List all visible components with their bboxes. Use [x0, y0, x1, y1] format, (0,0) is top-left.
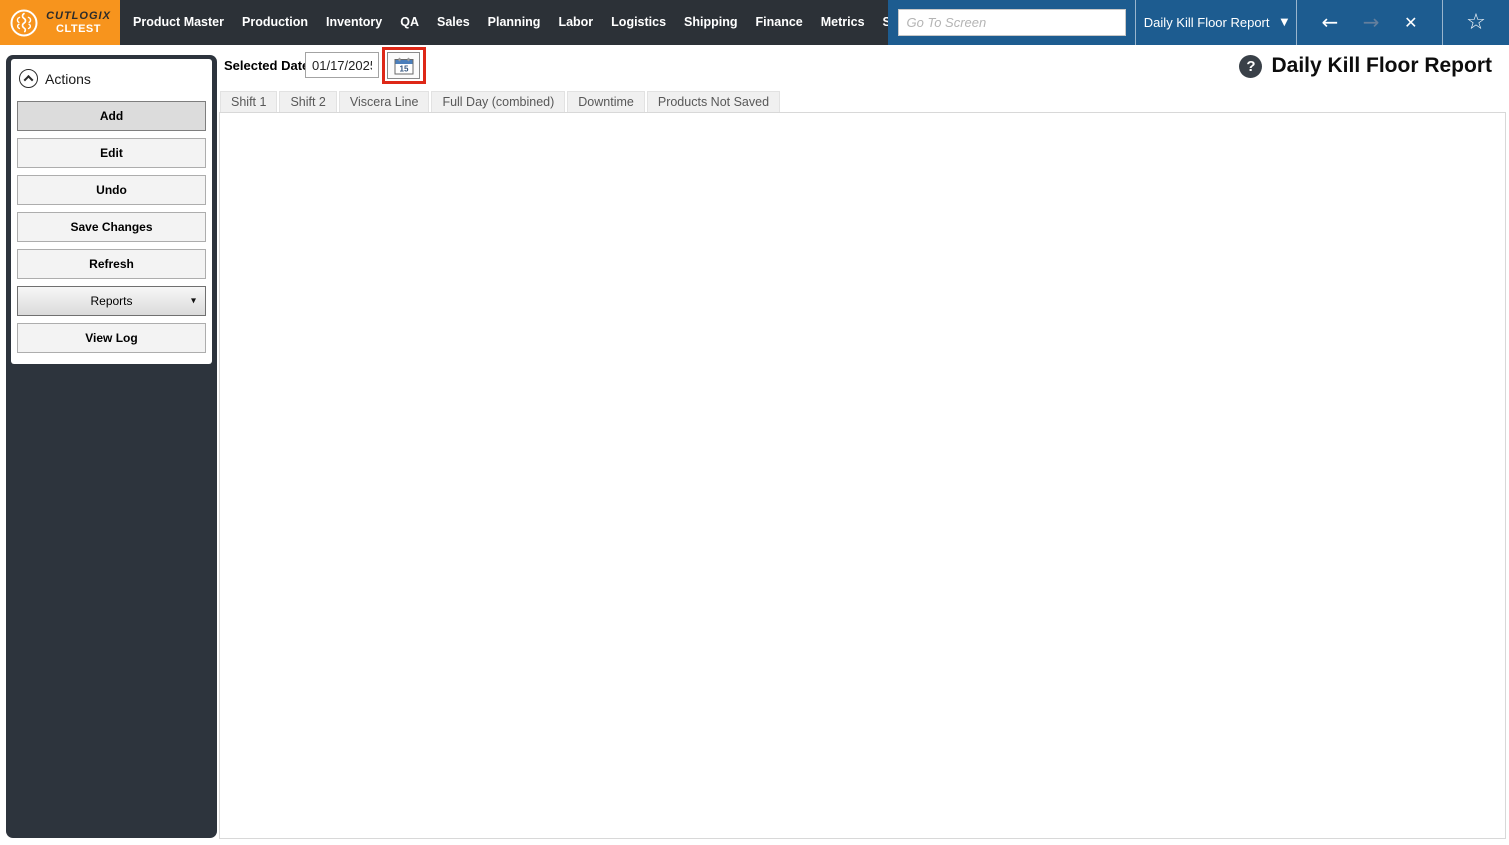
menu-item-planning[interactable]: Planning: [479, 0, 550, 45]
forward-arrow-icon[interactable]: →: [1363, 0, 1380, 45]
environment-label: CLTEST: [56, 22, 101, 35]
calendar-icon: 15: [394, 57, 413, 74]
menu-item-production[interactable]: Production: [233, 0, 317, 45]
menu-item-shipping[interactable]: Shipping: [675, 0, 746, 45]
actions-panel-header: Actions: [17, 66, 206, 94]
menu-item-metrics[interactable]: Metrics: [812, 0, 874, 45]
undo-button[interactable]: Undo: [17, 175, 206, 205]
chevron-down-icon: ▾: [190, 295, 196, 307]
tab-shift-1[interactable]: Shift 1: [220, 91, 278, 113]
app-logo[interactable]: CUTLOGIX CLTEST: [0, 0, 120, 45]
menu-item-sales[interactable]: Sales: [428, 0, 479, 45]
history-controls: ← → ✕: [1297, 0, 1442, 45]
menu-item-product-master[interactable]: Product Master: [124, 0, 233, 45]
chevron-up-icon: [23, 74, 34, 85]
tab-full-day-combined[interactable]: Full Day (combined): [431, 91, 566, 113]
svg-text:15: 15: [399, 64, 408, 73]
selected-date-input[interactable]: [305, 52, 379, 78]
menu-item-finance[interactable]: Finance: [747, 0, 812, 45]
report-content-area: [219, 112, 1506, 839]
collapse-panel-button[interactable]: [19, 69, 38, 88]
top-navigation-bar: CUTLOGIX CLTEST Product Master Productio…: [0, 0, 1509, 45]
screen-navigation-zone: Daily Kill Floor Report ▼ ← → ✕ ☆: [888, 0, 1509, 45]
page-title: Daily Kill Floor Report: [1271, 54, 1492, 77]
report-tabs: Shift 1 Shift 2 Viscera Line Full Day (c…: [220, 91, 781, 113]
refresh-button[interactable]: Refresh: [17, 249, 206, 279]
tab-products-not-saved[interactable]: Products Not Saved: [646, 91, 781, 113]
brain-logo-icon: [10, 9, 38, 36]
current-screen-dropdown[interactable]: Daily Kill Floor Report ▼: [1136, 0, 1296, 45]
tab-downtime[interactable]: Downtime: [567, 91, 645, 113]
close-icon[interactable]: ✕: [1404, 0, 1417, 45]
favorite-star-icon[interactable]: ☆: [1466, 0, 1486, 45]
current-screen-label: Daily Kill Floor Report: [1143, 15, 1270, 30]
actions-panel-title: Actions: [45, 70, 91, 87]
reports-dropdown-button[interactable]: Reports ▾: [17, 286, 206, 316]
save-changes-button[interactable]: Save Changes: [17, 212, 206, 242]
page-title-row: ? Daily Kill Floor Report: [1239, 54, 1492, 78]
tab-viscera-line[interactable]: Viscera Line: [338, 91, 430, 113]
menu-item-logistics[interactable]: Logistics: [602, 0, 675, 45]
favorite-section: ☆: [1443, 0, 1509, 45]
edit-button[interactable]: Edit: [17, 138, 206, 168]
logo-text: CUTLOGIX CLTEST: [46, 10, 111, 34]
chevron-down-icon: ▼: [1280, 17, 1289, 28]
brand-name: CUTLOGIX: [46, 10, 111, 23]
add-button[interactable]: Add: [17, 101, 206, 131]
menu-item-inventory[interactable]: Inventory: [317, 0, 391, 45]
date-picker-button[interactable]: 15: [387, 52, 420, 79]
selected-date-label: Selected Date: [224, 58, 310, 73]
actions-sidebar: Actions Add Edit Undo Save Changes Refre…: [6, 55, 217, 838]
tab-shift-2[interactable]: Shift 2: [279, 91, 337, 113]
back-arrow-icon[interactable]: ←: [1322, 0, 1339, 45]
menu-item-labor[interactable]: Labor: [549, 0, 602, 45]
go-to-screen-input[interactable]: [897, 9, 1126, 36]
view-log-button[interactable]: View Log: [17, 323, 206, 353]
main-menu: Product Master Production Inventory QA S…: [120, 0, 888, 45]
menu-item-system[interactable]: System: [874, 0, 888, 45]
goto-screen-section: [888, 0, 1135, 45]
actions-panel: Actions Add Edit Undo Save Changes Refre…: [11, 59, 212, 364]
reports-label: Reports: [90, 294, 133, 308]
menu-item-qa[interactable]: QA: [391, 0, 428, 45]
help-icon[interactable]: ?: [1239, 54, 1263, 78]
